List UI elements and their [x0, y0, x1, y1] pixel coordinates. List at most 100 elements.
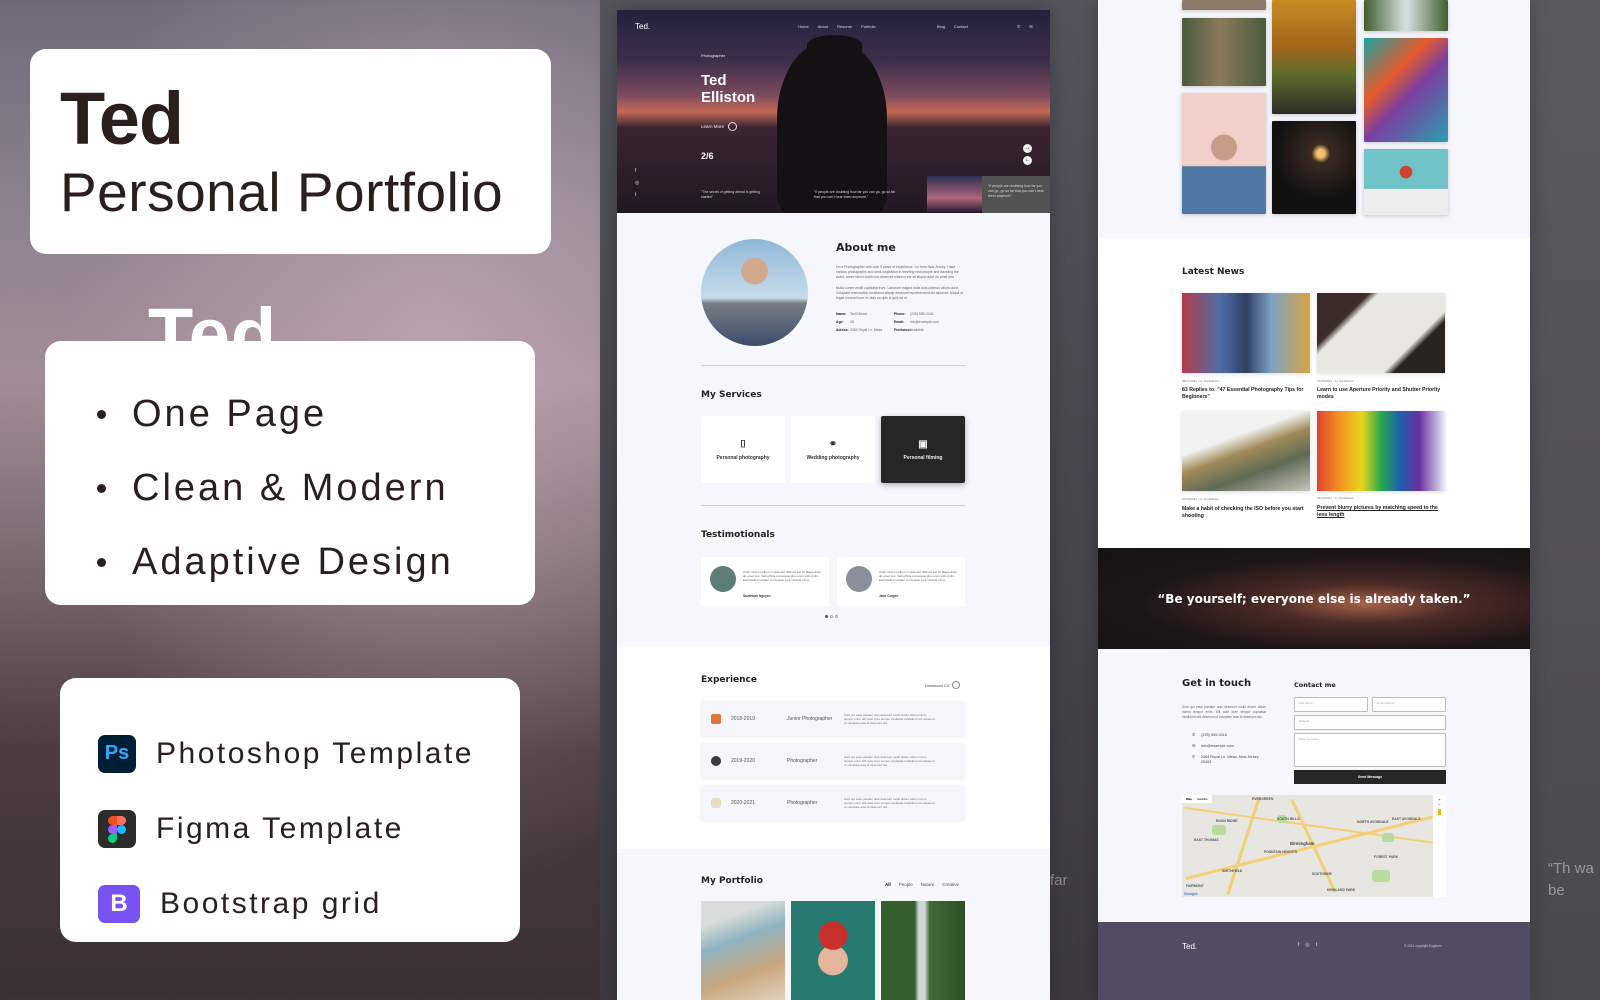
copyright: © 2021 copyright Eugenes	[1404, 944, 1442, 948]
next-slide-button[interactable]: →	[1023, 144, 1032, 153]
gallery-image[interactable]	[1364, 149, 1448, 215]
news-link[interactable]: 83 Replies to: "47 Essential Photography…	[1182, 387, 1312, 401]
secondary-nav: Blog Contact	[937, 24, 968, 29]
filter-all[interactable]: All	[885, 882, 891, 887]
learn-more-button[interactable]: Learn More	[701, 122, 738, 131]
gallery-image[interactable]	[1182, 93, 1266, 214]
prev-slide-button[interactable]: ←	[1023, 156, 1032, 165]
hero-section: Ted. Home About Resume Portfolio Blog Co…	[617, 10, 1050, 213]
twitter-icon[interactable]: t	[635, 192, 639, 198]
facebook-icon[interactable]: f	[1298, 942, 1299, 948]
nav-blog[interactable]: Blog	[937, 24, 945, 29]
section-divider	[701, 505, 965, 506]
nav-contact[interactable]: Contact	[954, 24, 968, 29]
mockup-page-bottom: Latest News 08/17/2021 · by Ted Elliston…	[1098, 0, 1530, 1000]
news-image[interactable]	[1317, 411, 1445, 491]
download-cv-button[interactable]: Download CV	[925, 681, 961, 689]
slide-counter: 2/6	[701, 151, 714, 161]
gallery-image[interactable]	[1182, 0, 1266, 10]
filter-nature[interactable]: Nature	[921, 882, 935, 887]
nav-portfolio[interactable]: Portfolio	[861, 24, 876, 29]
site-logo[interactable]: Ted.	[635, 22, 650, 31]
about-paragraph: Nulla Lorem mollit cupidatat irure. Labo…	[836, 286, 963, 300]
product-subtitle: Personal Portfolio	[60, 161, 504, 223]
news-section	[1098, 238, 1530, 548]
subject-input[interactable]: Subject	[1294, 715, 1446, 730]
news-link[interactable]: Make a habit of checking the ISO before …	[1182, 506, 1312, 520]
portfolio-filters: All People Nature Creative	[885, 882, 959, 887]
pager-dot[interactable]	[830, 615, 833, 618]
news-image[interactable]	[1182, 293, 1310, 373]
twitter-icon[interactable]: t	[1316, 942, 1317, 948]
avatar	[710, 566, 736, 592]
service-card-active[interactable]: ▣ Personal filming	[881, 416, 965, 483]
hero-silhouette	[777, 42, 887, 213]
main-nav: Home About Resume Portfolio	[798, 24, 876, 29]
email-input[interactable]: Email adress	[1372, 697, 1446, 712]
instagram-icon[interactable]: ◎	[635, 180, 639, 186]
feature-item: Clean & Modern	[97, 451, 535, 525]
video-camera-icon: ▣	[918, 438, 928, 450]
title-card: Ted Personal Portfolio	[30, 49, 551, 254]
map-zoom-out-button[interactable]: −	[1433, 802, 1446, 807]
tool-item: B Bootstrap grid	[98, 866, 520, 941]
portfolio-image[interactable]	[881, 901, 965, 1000]
map-view-button[interactable]: Map	[1186, 797, 1192, 801]
feature-item: One Page	[97, 377, 535, 451]
testimonial-card: Amet minim mollit non deserunt ullamco e…	[701, 557, 829, 607]
background-quote-ghost: “Th wa be	[1548, 860, 1594, 899]
feature-item: Adaptive Design	[97, 525, 535, 599]
service-card[interactable]: ⚭ Wedding photography	[791, 416, 875, 483]
news-link[interactable]: Learn to use Aperture Priority and Shutt…	[1317, 387, 1447, 401]
pager-dot[interactable]	[835, 615, 838, 618]
satellite-view-button[interactable]: Satellite	[1197, 797, 1208, 801]
nav-resume[interactable]: Resume	[837, 24, 852, 29]
filter-creative[interactable]: Creative	[942, 882, 959, 887]
features-card: One Page Clean & Modern Adaptive Design	[45, 341, 535, 605]
news-title: Latest News	[1182, 267, 1245, 277]
gallery-image[interactable]	[1364, 38, 1448, 142]
experience-row: 2019-2020 Photographer Sunt qui esse par…	[701, 743, 965, 778]
send-message-button[interactable]: Send Message	[1294, 770, 1446, 784]
tools-card: Ps Photoshop Template Figma Template B B…	[60, 678, 520, 942]
quote-text: “Be yourself; everyone else is already t…	[1157, 592, 1471, 606]
gallery-image[interactable]	[1272, 121, 1356, 214]
mail-icon[interactable]: ✉	[1029, 24, 1032, 29]
filter-people[interactable]: People	[899, 882, 913, 887]
tool-item: Figma Template	[98, 791, 520, 866]
nav-home[interactable]: Home	[798, 24, 809, 29]
gallery-image[interactable]	[1182, 18, 1266, 86]
photoshop-icon: Ps	[98, 734, 136, 773]
experience-row: 2018-2019 Junior Photographer Sunt qui e…	[701, 701, 965, 736]
fullname-input[interactable]: Full Name	[1294, 697, 1368, 712]
message-textarea[interactable]: Write message	[1294, 733, 1446, 767]
footer-logo[interactable]: Ted.	[1182, 942, 1197, 951]
map-type-toggle: Map Satellite	[1182, 795, 1212, 803]
instagram-icon[interactable]: ◎	[1305, 942, 1309, 948]
background-text-ghost: far	[1050, 872, 1068, 889]
background-shade-right	[1530, 0, 1600, 1000]
map-city-label: Birmingham	[1290, 841, 1315, 846]
news-image[interactable]	[1317, 293, 1445, 373]
phone-icon[interactable]: ✆	[1017, 24, 1020, 29]
gallery-image[interactable]	[1272, 0, 1356, 114]
about-paragraph: I'm a Photographer with over 5 years of …	[836, 265, 959, 279]
street-view-icon[interactable]	[1438, 809, 1441, 815]
mockup-page-top: Ted. Home About Resume Portfolio Blog Co…	[617, 10, 1050, 1000]
facebook-icon[interactable]: f	[635, 168, 639, 174]
nav-about[interactable]: About	[818, 24, 828, 29]
tool-item: Ps Photoshop Template	[98, 716, 520, 791]
services-title: My Services	[701, 390, 762, 400]
portfolio-image[interactable]	[701, 901, 785, 1000]
location-map[interactable]: Birmingham EVERGREEN SOUTH HILLS ENON RI…	[1182, 795, 1446, 897]
product-title: Ted	[60, 77, 184, 160]
gallery-image[interactable]	[1364, 0, 1448, 31]
camera-icon: ⌷	[740, 438, 746, 450]
about-title: About me	[836, 241, 896, 254]
news-link[interactable]: Prevent blurry pictures by matching spee…	[1317, 505, 1447, 519]
news-image[interactable]	[1182, 411, 1310, 491]
hero-thumbnail[interactable]	[927, 176, 982, 213]
pager-dot[interactable]	[825, 615, 828, 618]
service-card[interactable]: ⌷ Personal photography	[701, 416, 785, 483]
portfolio-image[interactable]	[791, 901, 875, 1000]
